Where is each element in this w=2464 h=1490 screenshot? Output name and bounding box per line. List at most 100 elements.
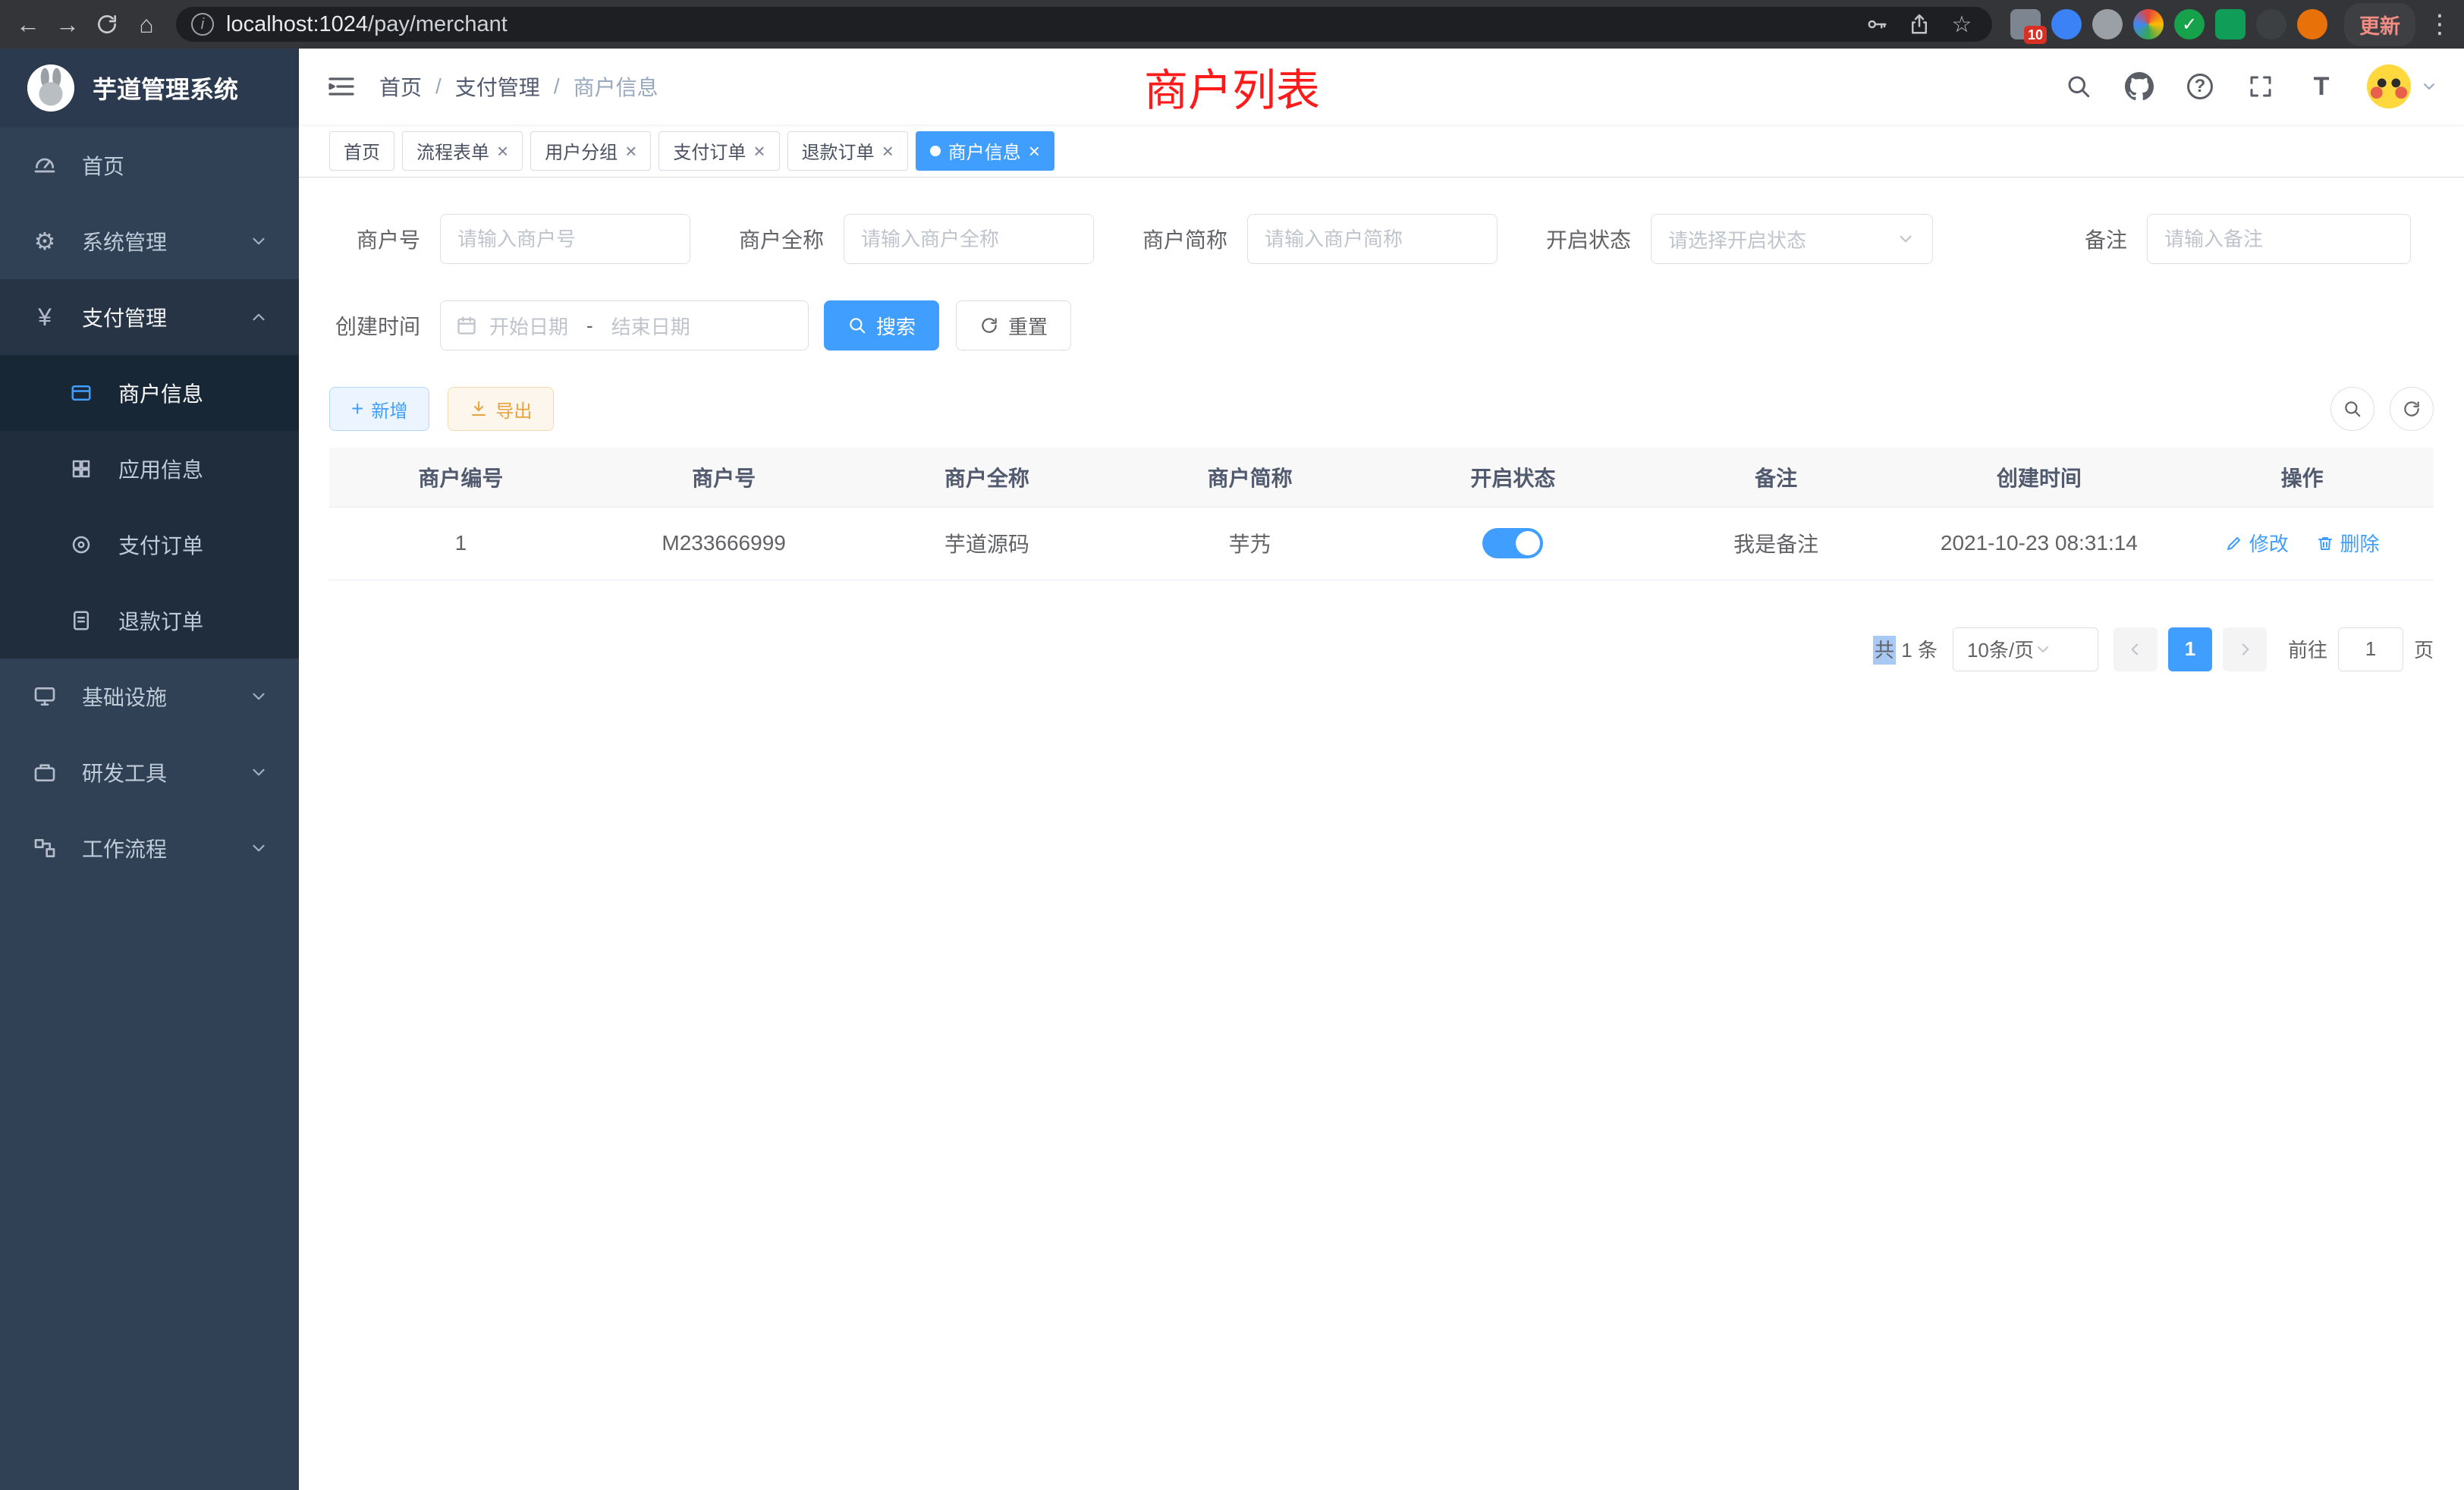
full-name-input[interactable] [844,214,1094,264]
yen-icon: ¥ [30,303,59,332]
sidebar-item-home[interactable]: 首页 [0,127,299,203]
close-icon[interactable]: × [625,141,636,161]
col-header-remark: 备注 [1645,448,1908,507]
sidebar-item-merchant-info[interactable]: 商户信息 [0,355,299,431]
sidebar-item-label: 应用信息 [118,454,203,484]
share-icon[interactable] [1904,9,1934,39]
cell-remark: 我是备注 [1645,507,1908,580]
target-icon [67,533,96,556]
close-icon[interactable]: × [497,141,508,161]
form-item-short-name: 商户简称 [1136,214,1498,264]
calendar-icon [456,315,477,336]
sidebar-item-system[interactable]: ⚙ 系统管理 [0,203,299,279]
help-icon[interactable]: ? [2185,71,2215,102]
close-icon[interactable]: × [753,141,765,161]
merchant-no-input[interactable] [440,214,690,264]
status-select[interactable]: 请选择开启状态 [1651,214,1933,264]
sidebar-item-label: 工作流程 [82,833,167,863]
github-icon[interactable] [2124,71,2154,102]
sidebar-item-label: 退款订单 [118,605,203,636]
browser-menu-icon[interactable]: ⋮ [2426,9,2453,39]
extension-icon[interactable] [2092,9,2123,39]
col-header-full-name: 商户全称 [856,448,1119,507]
cell-short-name: 芋艿 [1118,507,1381,580]
close-icon[interactable]: × [1029,141,1040,161]
col-header-id: 商户编号 [329,448,592,507]
chevron-down-icon [249,687,269,706]
tab-home[interactable]: 首页 [329,131,394,171]
sidebar-item-label: 商户信息 [118,378,203,408]
tab-refund-order[interactable]: 退款订单× [787,131,908,171]
sidebar-item-refund-order[interactable]: 退款订单 [0,583,299,659]
font-size-icon[interactable]: T [2306,71,2337,102]
search-button[interactable]: 搜索 [824,300,939,350]
goto-page-input[interactable] [2338,627,2403,671]
sidebar-item-infrastructure[interactable]: 基础设施 [0,659,299,734]
create-time-range-picker[interactable]: 开始日期 - 结束日期 [440,300,809,350]
sidebar-item-payment[interactable]: ¥ 支付管理 [0,279,299,355]
tab-merchant-info[interactable]: 商户信息 × [916,131,1054,171]
tab-label: 商户信息 [948,137,1021,164]
chevron-down-icon [1896,229,1916,249]
field-label: 备注 [2036,224,2127,254]
browser-update-button[interactable]: 更新 [2344,3,2415,46]
sidebar-logo[interactable]: 芋道管理系统 [0,49,299,127]
col-header-short-name: 商户简称 [1118,448,1381,507]
screen: ← → ⌂ i localhost:1024/pay/merchant ☆ 10 [0,0,2464,1490]
profile-avatar-icon[interactable] [2297,9,2327,39]
sidebar-item-app-info[interactable]: 应用信息 [0,431,299,507]
chevron-down-icon [249,231,269,251]
short-name-input[interactable] [1247,214,1498,264]
export-button[interactable]: 导出 [448,387,554,431]
remark-input[interactable] [2147,214,2411,264]
breadcrumb-payment[interactable]: 支付管理 [455,71,540,102]
tab-pay-order[interactable]: 支付订单 × [658,131,779,171]
reset-button[interactable]: 重置 [956,300,1071,350]
edit-link-label: 修改 [2249,529,2289,557]
close-icon[interactable]: × [882,141,894,161]
prev-page-button[interactable] [2114,627,2158,671]
status-toggle[interactable] [1482,528,1543,558]
tab-process-form[interactable]: 流程表单 × [402,131,523,171]
gear-icon: ⚙ [30,227,59,256]
fullscreen-icon[interactable] [2246,71,2276,102]
extension-icon[interactable] [2174,9,2205,39]
sidebar-fold-icon[interactable] [325,70,358,103]
tab-label: 流程表单 [416,137,489,164]
navbar-actions: ? T [2063,64,2438,108]
search-button-label: 搜索 [876,312,916,340]
refresh-icon[interactable] [90,7,124,42]
annotation-merchant-list: 商户列表 [1144,55,1320,118]
extension-icon[interactable]: 10 [2010,9,2041,39]
tab-label: 支付订单 [673,137,746,164]
extension-icon[interactable] [2133,9,2164,39]
next-page-button[interactable] [2223,627,2267,671]
page-number-1[interactable]: 1 [2168,627,2212,671]
toolbox-icon [30,760,59,784]
site-info-icon[interactable]: i [191,13,214,36]
sidebar-item-pay-order[interactable]: 支付订单 [0,507,299,583]
tab-user-group[interactable]: 用户分组× [530,131,651,171]
field-label: 商户全称 [733,224,824,254]
forward-icon[interactable]: → [50,7,85,42]
page-size-select[interactable]: 10条/页 [1953,627,2098,671]
refresh-table-icon[interactable] [2390,387,2434,431]
toggle-search-icon[interactable] [2330,387,2374,431]
sidebar-item-dev-tools[interactable]: 研发工具 [0,734,299,810]
bookmark-star-icon[interactable]: ☆ [1947,9,1977,39]
password-key-icon[interactable] [1862,9,1892,39]
add-button[interactable]: + 新增 [329,387,429,431]
url-bar[interactable]: i localhost:1024/pay/merchant ☆ [176,7,1992,42]
chevron-down-icon [249,762,269,782]
extension-icon[interactable] [2256,9,2286,39]
sidebar-item-workflow[interactable]: 工作流程 [0,810,299,886]
extension-icon[interactable] [2215,9,2246,39]
extension-icon[interactable] [2051,9,2082,39]
home-icon[interactable]: ⌂ [129,7,164,42]
breadcrumb-home[interactable]: 首页 [379,71,422,102]
delete-link[interactable]: 删除 [2316,529,2380,557]
edit-link[interactable]: 修改 [2225,529,2289,557]
user-avatar-menu[interactable] [2367,64,2438,108]
search-icon[interactable] [2063,71,2094,102]
back-icon[interactable]: ← [11,7,46,42]
